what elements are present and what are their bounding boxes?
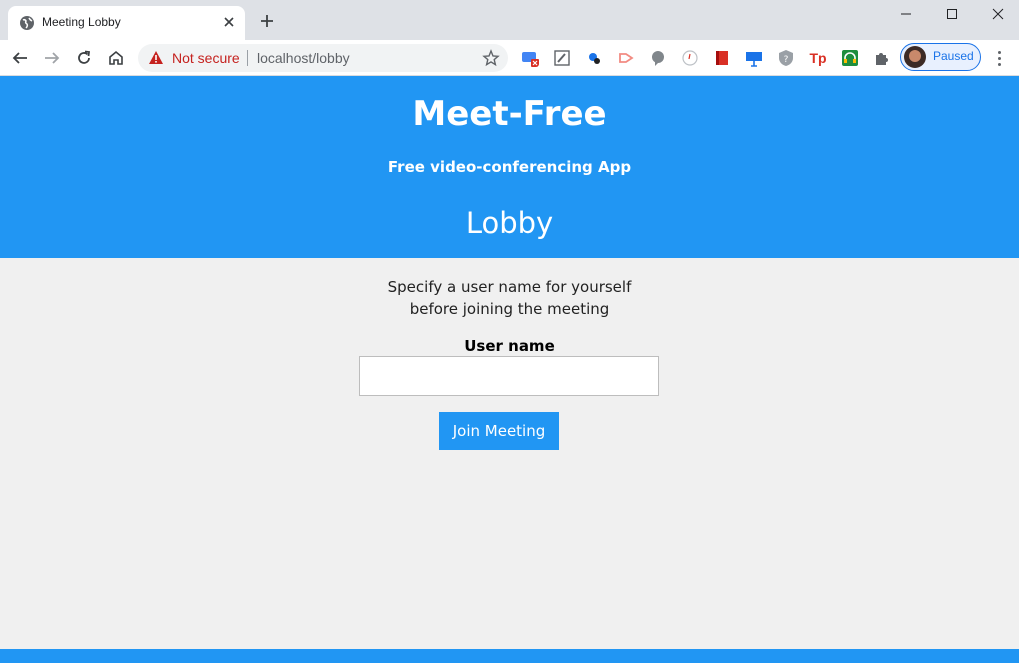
forward-button[interactable] xyxy=(40,46,64,70)
avatar xyxy=(904,46,926,68)
presentation-ext-icon[interactable] xyxy=(745,49,763,67)
clock-ext-icon[interactable] xyxy=(681,49,699,67)
shield-ext-icon[interactable]: ? xyxy=(777,49,795,67)
menu-dot-icon xyxy=(997,56,1001,60)
home-button[interactable] xyxy=(104,46,128,70)
menu-dot-icon xyxy=(997,50,1001,54)
globe-icon xyxy=(20,16,34,30)
browser-tab[interactable]: Meeting Lobby xyxy=(8,6,245,40)
puzzle-icon[interactable] xyxy=(873,49,891,67)
app-subtitle: Free video-conferencing App xyxy=(387,158,632,176)
minimize-button[interactable] xyxy=(883,0,929,28)
app-header: Meet-Free Free video-conferencing App Lo… xyxy=(0,76,1019,258)
chat-ext-icon[interactable] xyxy=(649,49,667,67)
lobby-instructions: Specify a user name for yourself before … xyxy=(0,276,1019,320)
back-button[interactable] xyxy=(8,46,32,70)
profile-status: Paused xyxy=(933,49,974,63)
translate-ext-icon[interactable] xyxy=(521,49,539,67)
headphones-ext-icon[interactable] xyxy=(841,49,859,67)
tab-strip: Meeting Lobby xyxy=(0,0,1019,40)
bug-ext-icon[interactable] xyxy=(585,49,603,67)
maximize-button[interactable] xyxy=(929,0,975,28)
arrow-ext-icon[interactable] xyxy=(617,49,635,67)
join-meeting-button[interactable]: Join Meeting xyxy=(439,412,559,450)
profile-button[interactable]: Paused xyxy=(900,43,981,71)
security-indicator[interactable]: Not secure xyxy=(172,50,240,66)
browser-toolbar: Not secure localhost/lobby ? Tp Paused xyxy=(0,40,1019,76)
new-tab-icon[interactable] xyxy=(258,12,276,30)
menu-dot-icon xyxy=(997,62,1001,66)
username-input[interactable] xyxy=(359,356,659,396)
omnibox-divider xyxy=(247,50,248,66)
reload-icon xyxy=(78,50,91,64)
username-label: User name xyxy=(464,337,555,355)
home-icon xyxy=(109,50,123,65)
forward-arrow-icon xyxy=(45,52,60,64)
minimize-icon xyxy=(901,13,911,15)
maximize-icon xyxy=(947,9,957,19)
window-close-button[interactable] xyxy=(975,0,1019,28)
url-text[interactable]: localhost/lobby xyxy=(257,50,350,66)
close-icon[interactable] xyxy=(221,14,237,30)
tab-title: Meeting Lobby xyxy=(42,15,121,29)
lobby-content: Specify a user name for yourself before … xyxy=(0,258,1019,649)
page-heading: Lobby xyxy=(465,206,554,240)
tp-ext-icon[interactable]: Tp xyxy=(809,49,827,67)
reload-button[interactable] xyxy=(72,46,96,70)
instructions-line-2: before joining the meeting xyxy=(409,300,610,318)
back-arrow-icon xyxy=(12,52,27,64)
bookmark-star-icon[interactable] xyxy=(482,49,500,67)
svg-text:?: ? xyxy=(784,55,789,65)
app-title: Meet-Free xyxy=(412,94,607,134)
pen-ext-icon[interactable] xyxy=(553,49,571,67)
warning-icon xyxy=(149,51,163,64)
book-ext-icon[interactable] xyxy=(713,49,731,67)
address-bar[interactable]: Not secure localhost/lobby xyxy=(138,44,508,72)
instructions-line-1: Specify a user name for yourself xyxy=(387,278,632,296)
browser-menu-button[interactable] xyxy=(990,48,1008,68)
footer-bar xyxy=(0,649,1019,663)
window-close-icon xyxy=(992,8,1004,20)
